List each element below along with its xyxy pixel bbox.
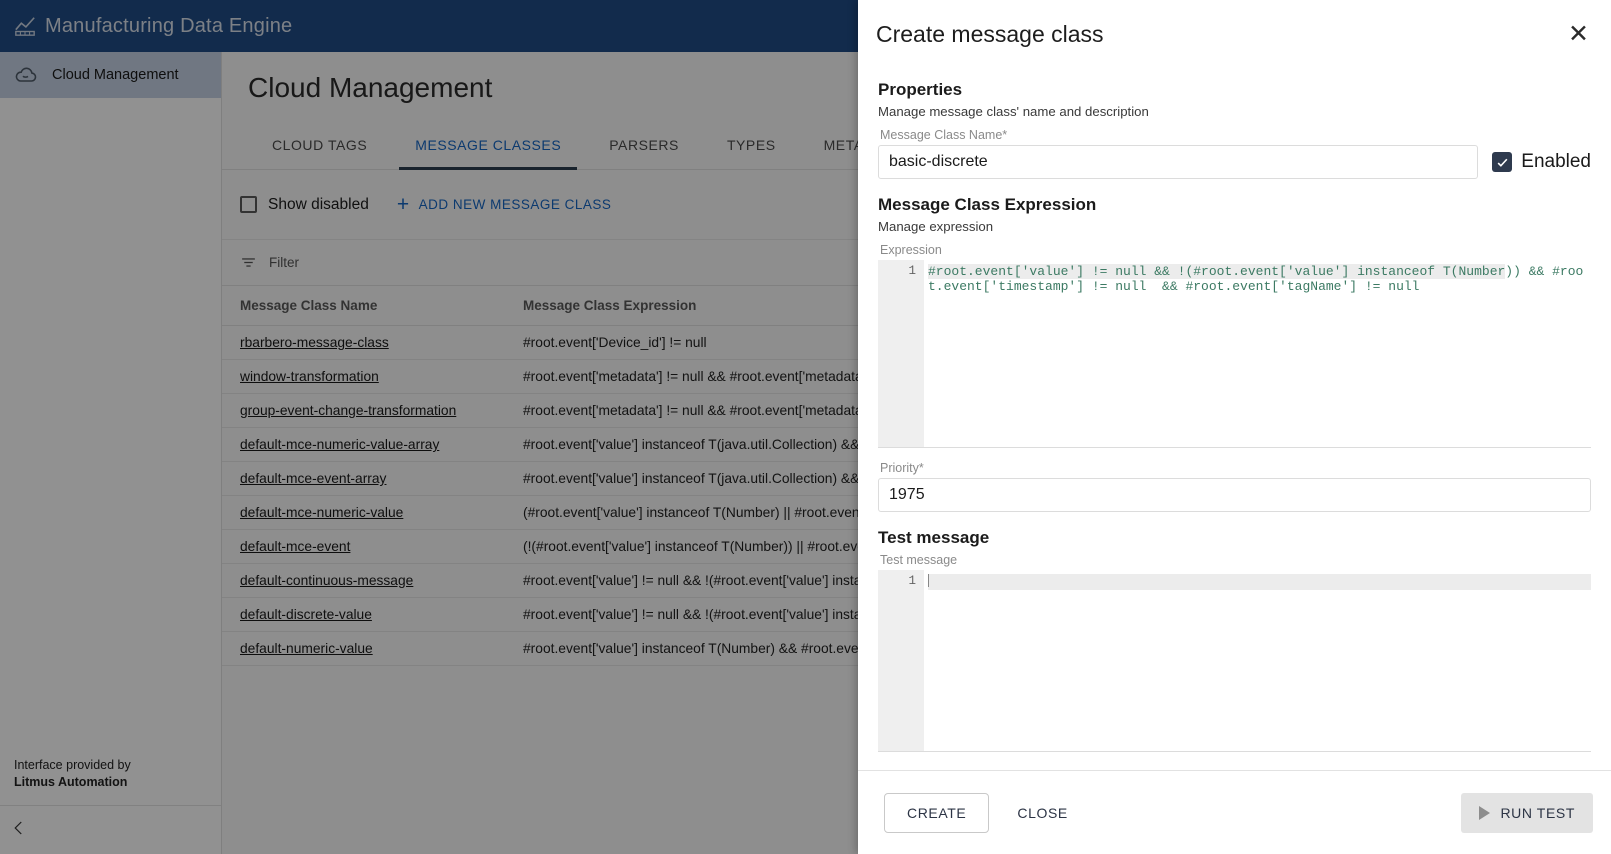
priority-input[interactable] xyxy=(878,478,1591,512)
play-icon xyxy=(1479,806,1490,820)
enabled-checkbox[interactable]: Enabled xyxy=(1492,151,1591,173)
run-test-label: RUN TEST xyxy=(1500,805,1575,821)
properties-subheading: Manage message class' name and descripti… xyxy=(878,104,1591,119)
properties-heading: Properties xyxy=(878,80,1591,100)
priority-label: Priority* xyxy=(878,461,1591,475)
dialog-footer: CREATE CLOSE RUN TEST xyxy=(858,770,1611,854)
expression-heading: Message Class Expression xyxy=(878,195,1591,215)
test-message-gutter-line-numbers: 1 xyxy=(878,570,924,751)
message-class-name-label: Message Class Name* xyxy=(878,128,1591,142)
close-icon[interactable]: ✕ xyxy=(1568,22,1589,47)
required-marker: * xyxy=(1002,128,1007,142)
expression-code-text[interactable]: #root.event['value'] != null && !(#root.… xyxy=(924,260,1591,447)
expression-code-editor[interactable]: 1 #root.event['value'] != null && !(#roo… xyxy=(878,260,1591,448)
run-test-button[interactable]: RUN TEST xyxy=(1461,793,1593,833)
expression-field-label: Expression xyxy=(878,243,1591,257)
expression-gutter-line-numbers: 1 xyxy=(878,260,924,447)
enabled-label: Enabled xyxy=(1521,151,1591,173)
close-button[interactable]: CLOSE xyxy=(999,794,1085,832)
expression-code-highlight: #root.event['value'] != null && !(#root.… xyxy=(928,264,1505,279)
dialog-title: Create message class xyxy=(876,21,1568,48)
test-message-code-editor[interactable]: 1 xyxy=(878,570,1591,752)
test-message-code-text[interactable] xyxy=(924,570,1591,751)
expression-subheading: Manage expression xyxy=(878,219,1591,234)
message-class-name-input[interactable] xyxy=(878,145,1478,179)
checkbox-checked-icon xyxy=(1492,152,1512,172)
dialog-header: Create message class ✕ xyxy=(858,0,1611,68)
screen-root: Manufacturing Data Engine Cloud Manageme… xyxy=(0,0,1611,854)
dialog-body: Properties Manage message class' name an… xyxy=(858,68,1611,770)
name-row: Enabled xyxy=(878,145,1591,179)
message-class-name-label-text: Message Class Name xyxy=(880,128,1002,142)
priority-required-marker: * xyxy=(919,461,924,475)
create-button[interactable]: CREATE xyxy=(884,793,989,833)
create-message-class-dialog: Create message class ✕ Properties Manage… xyxy=(858,0,1611,854)
priority-label-text: Priority xyxy=(880,461,919,475)
test-message-heading: Test message xyxy=(878,528,1591,548)
test-message-field-label: Test message xyxy=(878,553,1591,567)
test-text-caret xyxy=(928,574,929,587)
